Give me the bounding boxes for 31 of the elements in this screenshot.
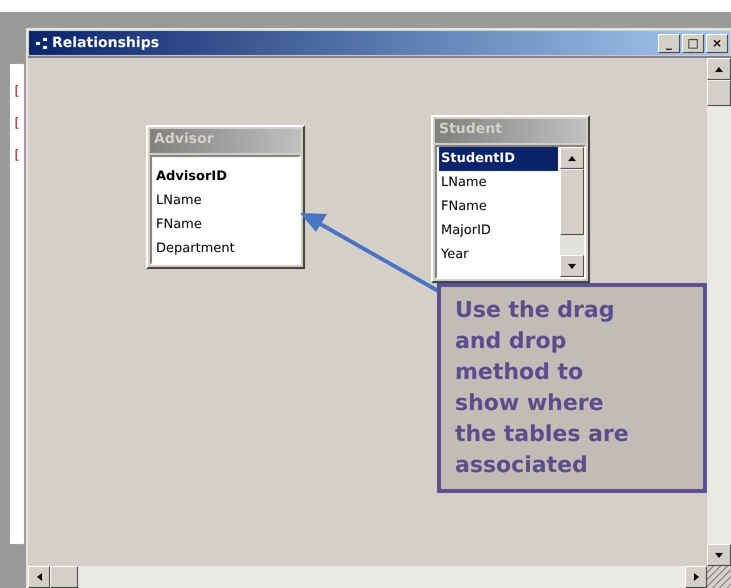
up-arrow-icon[interactable] — [715, 66, 723, 72]
scroll-thumb[interactable] — [560, 169, 584, 235]
resize-grip[interactable] — [707, 566, 731, 588]
scroll-thumb[interactable] — [707, 80, 731, 106]
field-item[interactable]: LName — [439, 171, 558, 195]
horizontal-scrollbar[interactable] — [28, 566, 707, 588]
field-item[interactable]: Year — [439, 243, 558, 267]
maximize-button[interactable]: □ — [682, 34, 704, 52]
window-title: Relationships — [52, 35, 160, 51]
field-item[interactable]: MajorID — [439, 219, 558, 243]
callout-note: Use the drag and drop method to show where the tables are associated — [437, 283, 707, 493]
vertical-scrollbar[interactable] — [707, 58, 731, 566]
right-arrow-icon[interactable] — [694, 573, 698, 581]
close-button[interactable]: × — [706, 34, 728, 52]
down-arrow-icon[interactable] — [568, 264, 576, 268]
down-arrow-icon[interactable] — [715, 552, 723, 558]
bracket-mark: [ — [14, 116, 20, 132]
minimize-button[interactable]: _ — [658, 34, 680, 52]
field-item[interactable]: StudentID — [439, 147, 558, 171]
field-item[interactable]: LName — [154, 189, 297, 213]
scrollbar[interactable] — [560, 147, 584, 277]
field-item[interactable]: Department — [154, 237, 297, 261]
bracket-mark: [ — [14, 148, 20, 164]
left-arrow-icon[interactable] — [36, 573, 42, 581]
scroll-thumb[interactable] — [50, 566, 78, 588]
field-item[interactable]: AdvisorID — [154, 165, 297, 189]
bracket-mark: [ — [14, 84, 20, 100]
relationships-icon — [35, 36, 49, 50]
up-arrow-icon[interactable] — [568, 156, 576, 160]
field-item[interactable]: FName — [439, 195, 558, 219]
field-item[interactable]: FName — [154, 213, 297, 237]
